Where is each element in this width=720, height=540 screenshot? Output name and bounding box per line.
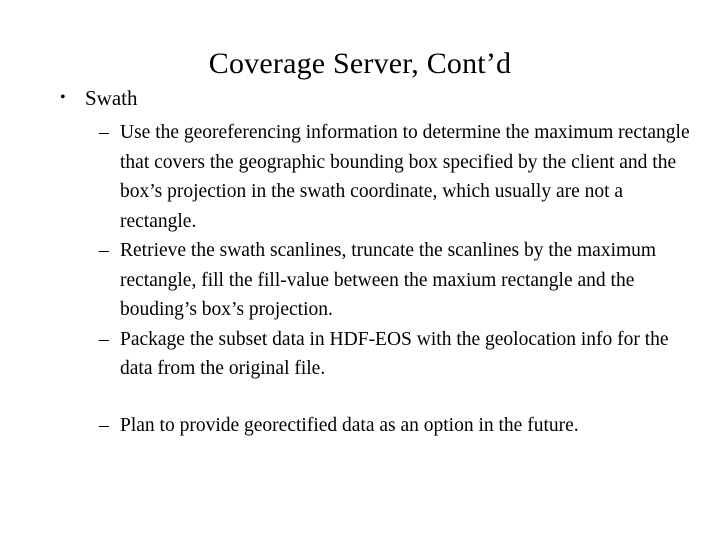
bullet-text: Use the georeferencing information to de… xyxy=(120,122,690,232)
bullet-item-level2: – Retrieve the swath scanlines, truncate… xyxy=(0,236,720,325)
bullet-text: Package the subset data in HDF-EOS with … xyxy=(120,328,669,380)
bullet-item-level2: – Use the georeferencing information to … xyxy=(0,118,720,236)
bullet-dash-icon: – xyxy=(99,122,109,143)
bullet-item-level2: – Package the subset data in HDF-EOS wit… xyxy=(0,325,720,384)
bullet-dot-icon: • xyxy=(60,89,66,106)
bullet-dash-icon: – xyxy=(99,240,109,261)
bullet-item-level2: – Plan to provide georectified data as a… xyxy=(0,411,720,441)
presentation-slide: Coverage Server, Cont’d • Swath – Use th… xyxy=(0,0,720,540)
bullet-text: Plan to provide georectified data as an … xyxy=(120,414,579,436)
bullet-item-level1: • Swath xyxy=(0,84,720,112)
page-title: Coverage Server, Cont’d xyxy=(208,47,512,81)
bullet-dash-icon: – xyxy=(99,414,109,436)
bullet-dash-icon: – xyxy=(99,328,109,350)
slide-body: • Swath – Use the georeferencing informa… xyxy=(0,84,720,440)
bullet-text: Retrieve the swath scanlines, truncate t… xyxy=(120,240,657,320)
bullet-text: Swath xyxy=(85,86,138,110)
